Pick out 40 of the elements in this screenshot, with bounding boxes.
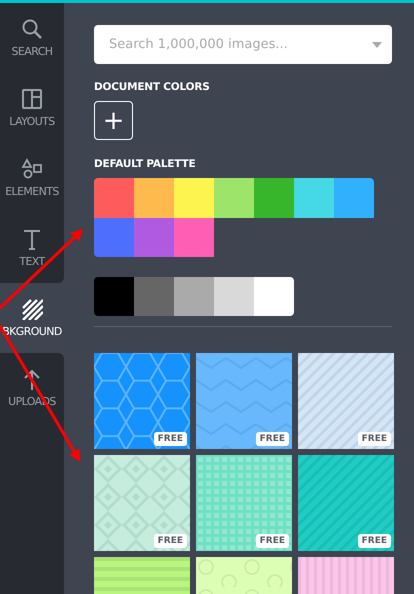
hatch-icon xyxy=(21,298,43,320)
background-tile[interactable] xyxy=(298,353,394,449)
color-swatch[interactable] xyxy=(214,277,254,316)
color-swatch[interactable] xyxy=(134,277,174,316)
color-swatch[interactable] xyxy=(94,178,134,218)
sidebar-tab[interactable]: LAYOUTS xyxy=(0,73,64,143)
section-title: DEFAULT PALETTE xyxy=(94,158,196,170)
background-tile[interactable] xyxy=(298,455,394,551)
text-icon xyxy=(21,228,43,250)
color-swatch[interactable] xyxy=(174,218,214,257)
free-badge: FREE xyxy=(154,534,187,548)
free-badge: FREE xyxy=(256,534,289,548)
search-icon xyxy=(21,18,43,40)
background-tile[interactable] xyxy=(94,353,190,449)
section-title: DOCUMENT COLORS xyxy=(94,81,210,93)
background-tile[interactable] xyxy=(196,455,292,551)
color-swatch[interactable] xyxy=(214,178,254,218)
sidebar-tab[interactable]: TEXT xyxy=(0,213,64,283)
free-badge: FREE xyxy=(358,432,391,446)
search-field[interactable]: Search 1,000,000 images... xyxy=(94,25,392,64)
color-swatch[interactable] xyxy=(134,218,174,257)
color-swatch[interactable] xyxy=(254,277,294,316)
background-tile[interactable] xyxy=(94,455,190,551)
color-swatch[interactable] xyxy=(334,178,374,218)
color-swatch[interactable] xyxy=(254,178,294,218)
free-badge: FREE xyxy=(358,534,391,548)
color-swatch[interactable] xyxy=(174,178,214,218)
sidebar-tab[interactable]: SEARCH xyxy=(0,3,64,73)
color-swatch[interactable] xyxy=(294,178,334,218)
free-badge: FREE xyxy=(154,432,187,446)
color-swatch[interactable] xyxy=(134,178,174,218)
shapes-icon xyxy=(21,158,43,180)
free-badge: FREE xyxy=(256,432,289,446)
color-swatch[interactable] xyxy=(94,277,134,316)
layout-icon xyxy=(21,88,43,110)
add-color-button[interactable]: + xyxy=(94,101,133,140)
color-swatch[interactable] xyxy=(174,277,214,316)
sidebar-tab[interactable]: ELEMENTS xyxy=(0,143,64,213)
color-swatch[interactable] xyxy=(94,218,134,257)
caret-icon xyxy=(372,42,382,48)
